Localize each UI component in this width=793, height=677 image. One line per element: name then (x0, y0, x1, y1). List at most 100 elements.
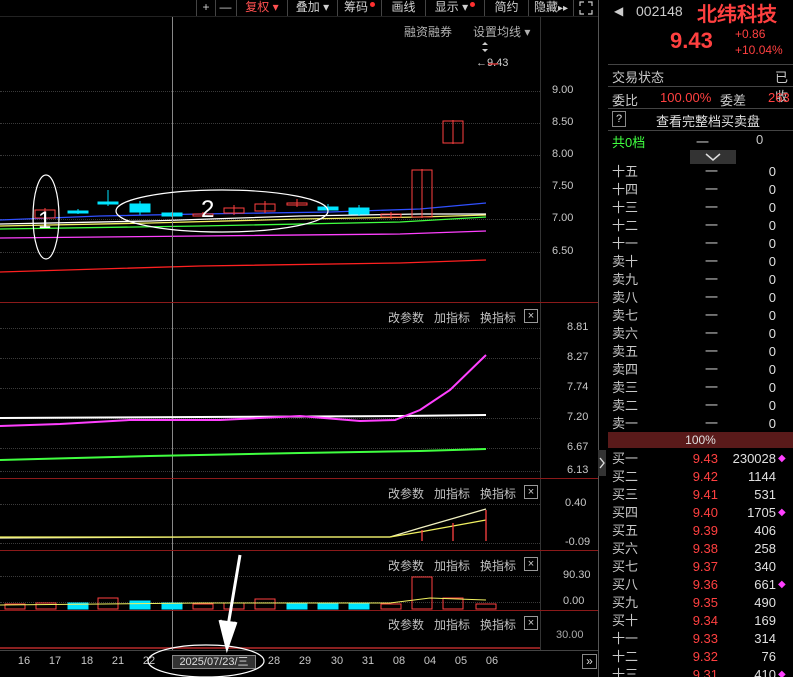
orderbook-row[interactable]: 买七 9.37 340 (608, 558, 793, 576)
level-volume: 1705 (747, 505, 776, 520)
candlestick-chart (0, 63, 498, 273)
level-volume: 0 (768, 362, 776, 377)
level-price: 9.39 (692, 523, 718, 538)
level-label: 买二 (612, 469, 639, 484)
indicator-chart-1 (0, 354, 487, 461)
level-price: 9.32 (692, 649, 718, 664)
yincang-label: 隐藏 (533, 0, 558, 14)
cursor-date-label: 2025/07/23/三 (172, 655, 256, 669)
divider (608, 64, 793, 65)
candle-body (317, 206, 339, 211)
orderbook-row[interactable]: 卖一 一 0 (608, 415, 793, 433)
orderbook-row[interactable]: 买五 9.39 406 (608, 522, 793, 540)
fullscreen-button[interactable] (573, 0, 598, 16)
orderbook-row[interactable]: 卖七 一 0 (608, 307, 793, 325)
fuquan-button[interactable]: 复权 ▾ (236, 0, 287, 16)
weibi-value: 100.00% (660, 90, 712, 105)
edit-params-button[interactable]: 改参数 (388, 618, 424, 632)
weicha-label: 委差 (720, 93, 747, 108)
orderbook-row[interactable]: 卖六 一 0 (608, 325, 793, 343)
orderbook-row[interactable]: 十一 一 0 (608, 235, 793, 253)
level-price: 一 (704, 380, 718, 395)
orderbook-row[interactable]: 卖九 一 0 (608, 271, 793, 289)
zoom-in-button[interactable]: + (196, 0, 215, 16)
orderbook-row[interactable]: 买八 9.36 661 ◆ (608, 576, 793, 594)
orderbook-row[interactable]: 买一 9.43 230028 ◆ (608, 450, 793, 468)
x-tick-label: 21 (111, 655, 125, 667)
volume-bar (317, 602, 339, 610)
orderbook-row[interactable]: 十四 一 0 (608, 181, 793, 199)
orderbook-row[interactable]: 十三 9.31 410 ◆ (608, 666, 793, 677)
y-tick-label: 90.30 (563, 569, 591, 581)
level-label: 卖八 (612, 290, 639, 305)
level-volume: 0 (768, 308, 776, 323)
level-volume: 0 (768, 380, 776, 395)
level-volume: 340 (754, 559, 776, 574)
level-label: 十一 (612, 631, 639, 646)
panel4-baseline (0, 647, 540, 649)
orderbook-row[interactable]: 卖十 一 0 (608, 253, 793, 271)
huaxian-button[interactable]: 画线 (381, 0, 425, 16)
orderbook-row[interactable]: 卖二 一 0 (608, 397, 793, 415)
orderbook-row[interactable]: 十一 9.33 314 (608, 630, 793, 648)
orderbook-row[interactable]: 卖八 一 0 (608, 289, 793, 307)
level-label: 卖一 (612, 416, 639, 431)
level-price: 9.42 (692, 469, 718, 484)
scroll-right-button[interactable]: » (582, 654, 597, 669)
orderbook-row[interactable]: 卖五 一 0 (608, 343, 793, 361)
diamond-icon: ◆ (778, 669, 786, 677)
level-volume: 0 (768, 236, 776, 251)
diejia-button[interactable]: 叠加 ▾ (287, 0, 337, 16)
zoom-out-button[interactable]: — (215, 0, 235, 16)
panel-separator (0, 650, 598, 651)
orderbook-row[interactable]: 卖三 一 0 (608, 379, 793, 397)
orderbook-row[interactable]: 买六 9.38 258 (608, 540, 793, 558)
level-volume: 0 (768, 290, 776, 305)
x-tick-label: 30 (330, 655, 344, 667)
y-tick-label: 8.81 (567, 321, 589, 333)
orderbook-row[interactable]: 买三 9.41 531 (608, 486, 793, 504)
orderbook-row[interactable]: 买十 9.34 169 (608, 612, 793, 630)
level-price: 一 (704, 326, 718, 341)
candle-body (67, 210, 89, 214)
xianshi-button[interactable]: 显示 ▾ (425, 0, 484, 16)
chart-right-border (598, 0, 599, 677)
level-label: 买八 (612, 577, 639, 592)
orderbook-row[interactable]: 十三 一 0 (608, 199, 793, 217)
orderbook-row[interactable]: 买九 9.35 490 (608, 594, 793, 612)
full-orderbook-link[interactable]: 查看完整档买卖盘 (656, 111, 760, 130)
jianyue-button[interactable]: 简约 (484, 0, 528, 16)
level-price: 9.35 (692, 595, 718, 610)
level-label: 十三 (612, 200, 639, 215)
collapse-handle[interactable] (598, 450, 606, 476)
orderbook-row[interactable]: 买二 9.42 1144 (608, 468, 793, 486)
volume-bar (129, 600, 151, 610)
chouma-button[interactable]: 筹码 (337, 0, 381, 16)
candle-body (97, 201, 119, 205)
level-label: 卖四 (612, 362, 639, 377)
help-icon[interactable]: ? (612, 111, 626, 127)
prev-stock-button[interactable]: ◀ (614, 4, 623, 18)
expand-button[interactable] (690, 150, 736, 164)
add-indicator-button[interactable]: 加指标 (434, 618, 470, 632)
yincang-button[interactable]: 隐藏▸▸ (528, 0, 573, 16)
level-label: 买五 (612, 523, 639, 538)
orderbook-row[interactable]: 卖四 一 0 (608, 361, 793, 379)
level-label: 十五 (612, 164, 639, 179)
level-price: 一 (704, 362, 718, 377)
panel-separator (0, 610, 598, 611)
fuquan-label: 复权 (245, 0, 270, 14)
orderbook-row[interactable]: 十二 9.32 76 (608, 648, 793, 666)
orderbook-row[interactable]: 十五 一 0 (608, 163, 793, 181)
switch-indicator-button[interactable]: 换指标 (480, 618, 516, 632)
indicator-line-yellow (0, 519, 487, 538)
level-price: 一 (704, 164, 718, 179)
volume-bar (475, 603, 497, 610)
orderbook-row[interactable]: 十二 一 0 (608, 217, 793, 235)
close-icon[interactable]: × (524, 616, 538, 630)
y-tick-label: 6.67 (567, 441, 589, 453)
y-tick-label: 0.40 (565, 497, 587, 509)
y-tick-label: 8.50 (552, 116, 574, 128)
orderbook-row[interactable]: 买四 9.40 1705 ◆ (608, 504, 793, 522)
y-tick-label: 9.00 (552, 84, 574, 96)
